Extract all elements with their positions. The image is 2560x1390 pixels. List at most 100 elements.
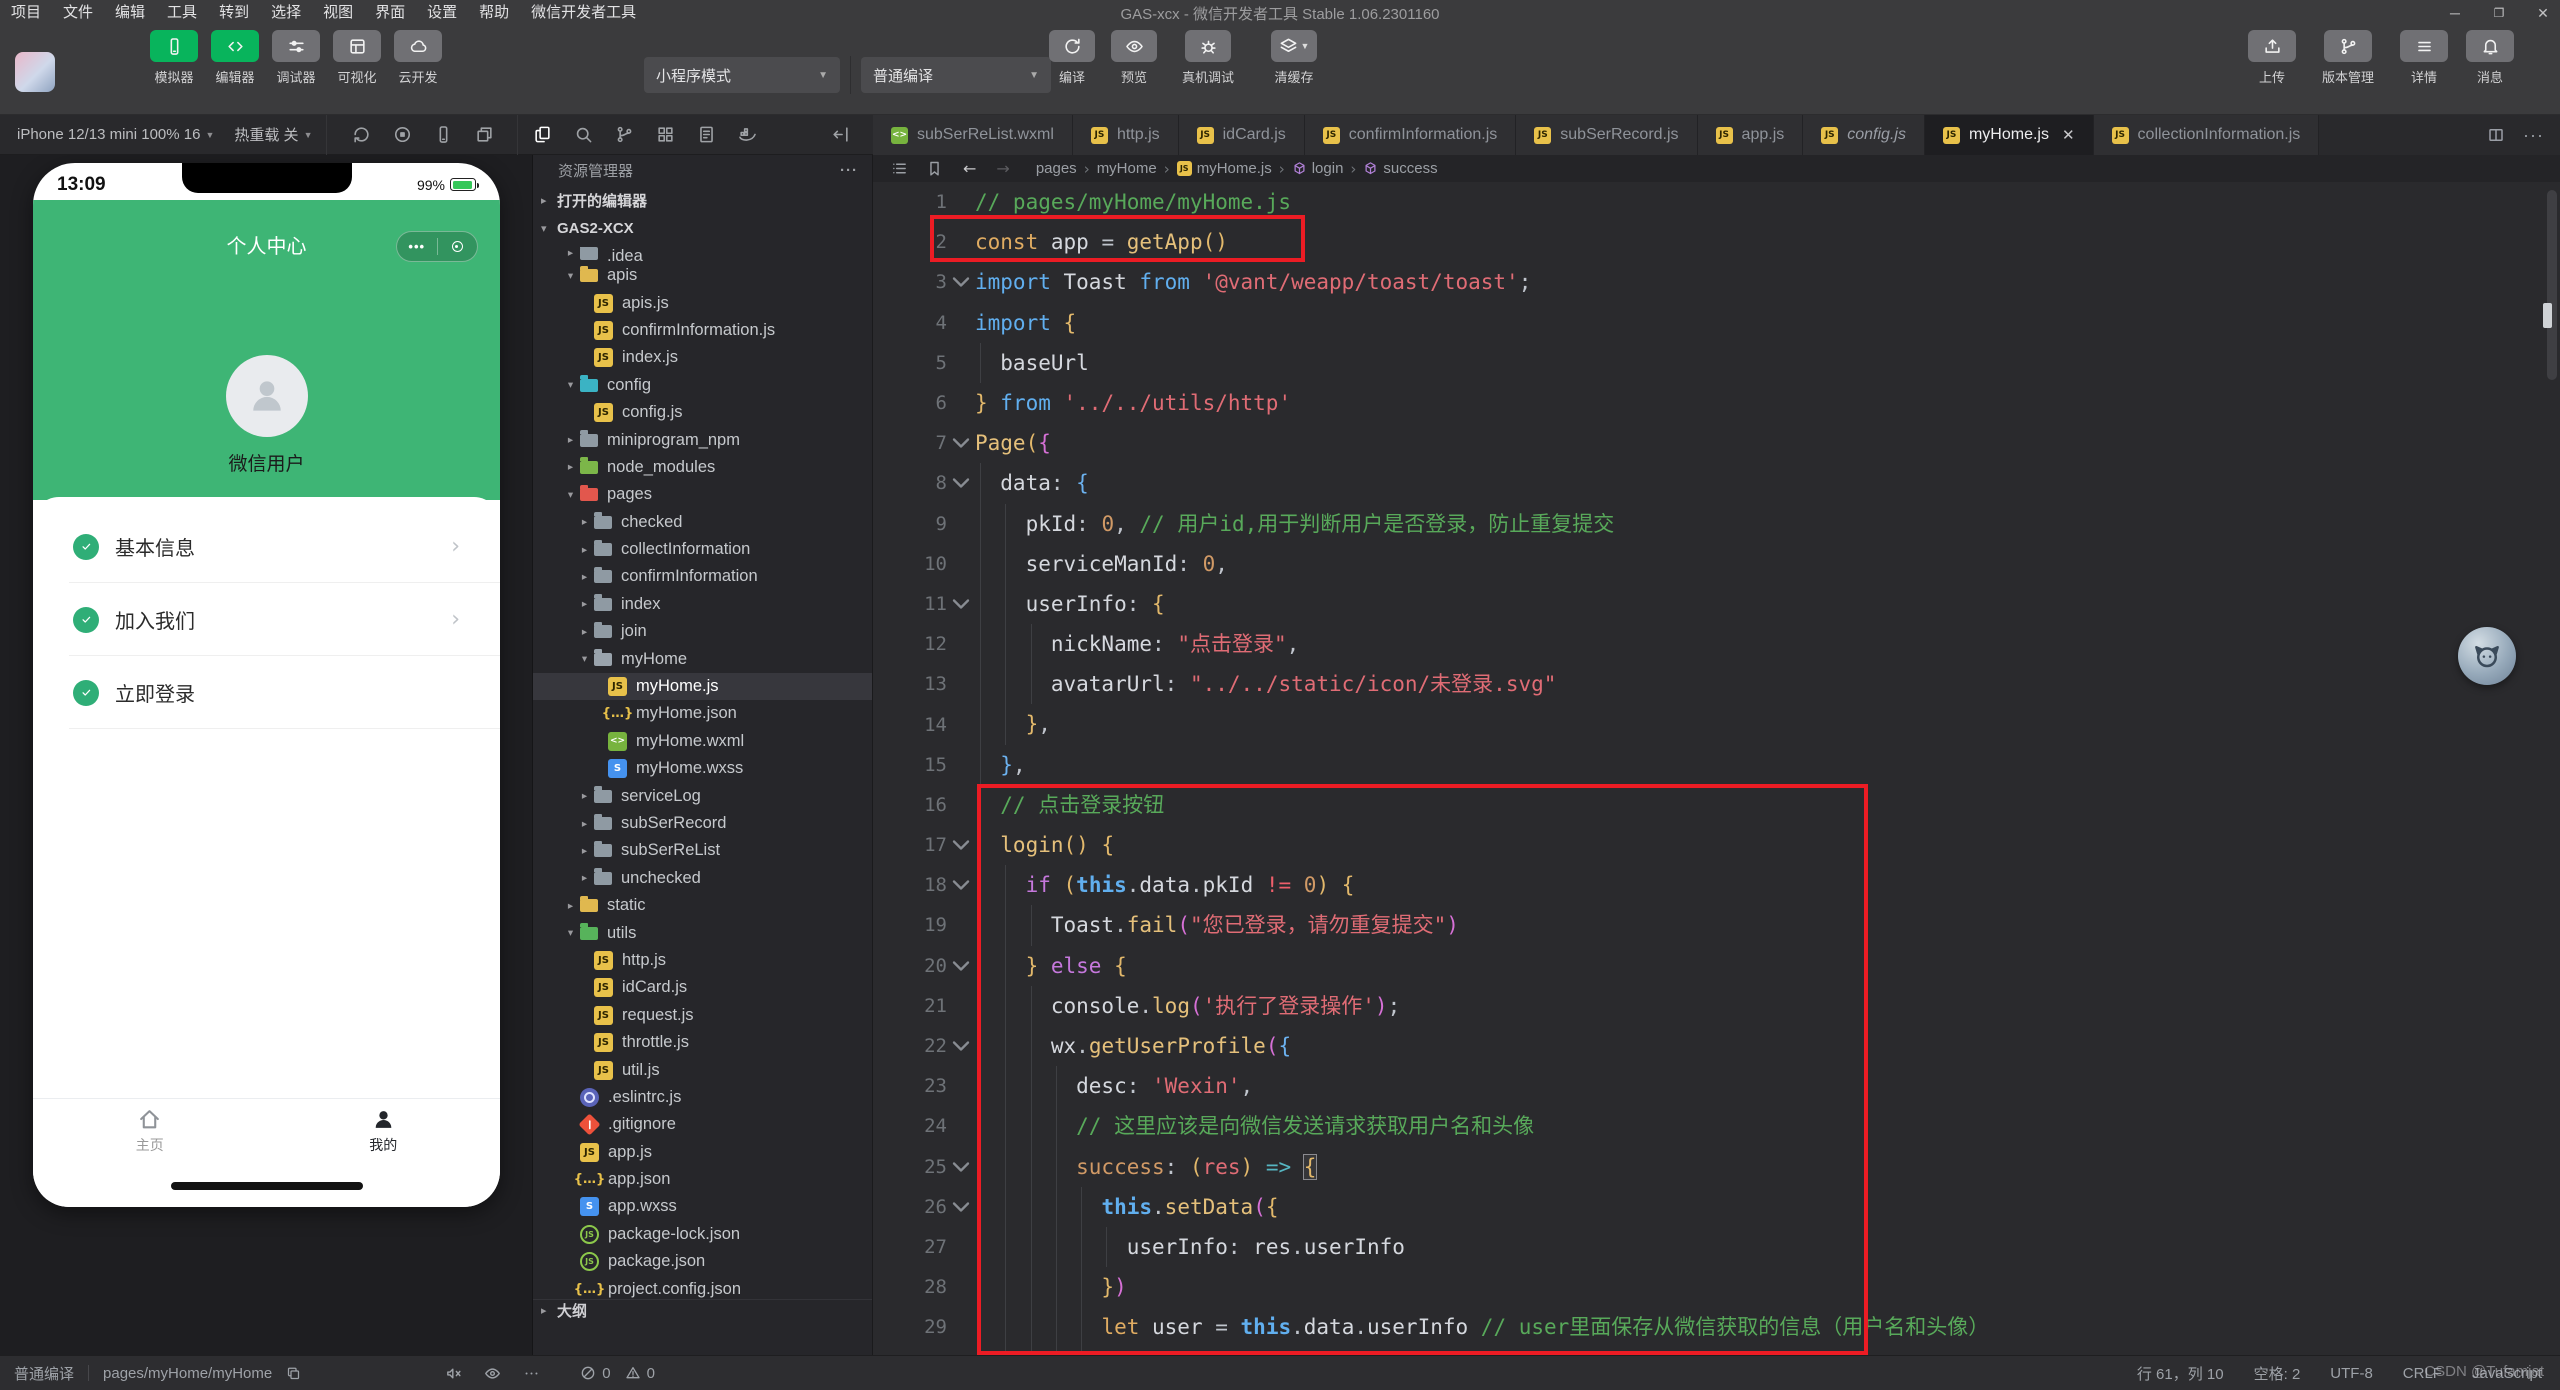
- collapse-sidebar-icon[interactable]: [831, 125, 850, 144]
- exit-icon[interactable]: [438, 241, 478, 252]
- hot-reload-toggle[interactable]: 热重载 关: [234, 124, 298, 145]
- tree-file-app.json[interactable]: {…}app.json: [533, 1166, 872, 1193]
- nav-forward-icon[interactable]: →: [996, 159, 1009, 178]
- breadcrumb-item-login[interactable]: login: [1292, 160, 1344, 177]
- breadcrumb-item-myHome[interactable]: myHome: [1097, 160, 1157, 177]
- menubar-item[interactable]: 界面: [364, 0, 416, 26]
- menubar-item[interactable]: 帮助: [468, 0, 520, 26]
- tree-file-myHome.wxml[interactable]: <>myHome.wxml: [533, 728, 872, 755]
- tree-file-.eslintrc.js[interactable]: .eslintrc.js: [533, 1084, 872, 1111]
- fold-arrow-icon[interactable]: [947, 952, 975, 980]
- phone-tab-item[interactable]: 主页: [33, 1099, 267, 1162]
- page-icon[interactable]: [697, 125, 716, 144]
- tree-folder-static[interactable]: ▸static: [533, 892, 872, 919]
- menubar-item[interactable]: 设置: [416, 0, 468, 26]
- record-icon[interactable]: [393, 125, 412, 144]
- tree-folder-node_modules[interactable]: ▸node_modules: [533, 454, 872, 481]
- action-button-bug[interactable]: 真机调试: [1170, 30, 1246, 86]
- menubar-item[interactable]: 选择: [260, 0, 312, 26]
- tree-file-app.js[interactable]: JSapp.js: [533, 1139, 872, 1166]
- encoding[interactable]: UTF-8: [2330, 1365, 2373, 1382]
- phone-icon[interactable]: [434, 125, 453, 144]
- tree-folder-utils[interactable]: ▾utils: [533, 919, 872, 946]
- compile-mode-status[interactable]: 普通编译: [14, 1363, 74, 1384]
- scrollbar[interactable]: [2547, 190, 2557, 380]
- split-editor-icon[interactable]: [2487, 126, 2505, 144]
- more-actions-icon[interactable]: ···: [840, 162, 858, 179]
- more-icon[interactable]: ···: [2523, 125, 2544, 146]
- grid-icon[interactable]: [656, 125, 675, 144]
- floating-debug-ball[interactable]: [2458, 627, 2516, 685]
- tree-file-throttle.js[interactable]: JSthrottle.js: [533, 1029, 872, 1056]
- copy-icon[interactable]: [286, 1366, 301, 1381]
- toolbar-right-menu[interactable]: 详情: [2398, 30, 2450, 86]
- menubar-item[interactable]: 编辑: [104, 0, 156, 26]
- breadcrumb-item-pages[interactable]: pages: [1036, 160, 1077, 177]
- tree-file-app.wxss[interactable]: Sapp.wxss: [533, 1193, 872, 1220]
- action-button-refresh[interactable]: 编译: [1046, 30, 1098, 86]
- rotate-icon[interactable]: [352, 125, 371, 144]
- toolbar-right-branch[interactable]: 版本管理: [2312, 30, 2384, 86]
- tree-folder-confirmInformation[interactable]: ▸confirmInformation: [533, 563, 872, 590]
- device-select[interactable]: iPhone 12/13 mini 100% 16: [17, 126, 200, 143]
- menubar-item[interactable]: 工具: [156, 0, 208, 26]
- phone-tab-active[interactable]: 我的: [267, 1099, 501, 1162]
- profile-menu-item[interactable]: 基本信息›: [33, 510, 500, 583]
- dots-icon[interactable]: [523, 1365, 540, 1382]
- editor-tab-confirmInformation.js[interactable]: JSconfirmInformation.js: [1305, 115, 1517, 155]
- explorer-section-project[interactable]: ▾GAS2-XCX: [533, 214, 872, 242]
- minimize-icon[interactable]: ─: [2446, 5, 2464, 21]
- menubar-item[interactable]: 视图: [312, 0, 364, 26]
- toolbar-button-phone[interactable]: 模拟器: [148, 30, 200, 86]
- tree-folder-myHome[interactable]: ▾myHome: [533, 645, 872, 672]
- toolbar-right-bell[interactable]: 消息: [2464, 30, 2516, 86]
- mode-select[interactable]: 小程序模式 ▼: [644, 57, 840, 93]
- tree-folder-unchecked[interactable]: ▸unchecked: [533, 865, 872, 892]
- tree-file-request.js[interactable]: JSrequest.js: [533, 1002, 872, 1029]
- tree-folder-config[interactable]: ▾config: [533, 372, 872, 399]
- tree-folder-collectInformation[interactable]: ▸collectInformation: [533, 536, 872, 563]
- tree-file-util.js[interactable]: JSutil.js: [533, 1056, 872, 1083]
- mute-icon[interactable]: [445, 1365, 462, 1382]
- branch-icon[interactable]: [615, 125, 634, 144]
- editor-tab-http.js[interactable]: JShttp.js: [1073, 115, 1179, 155]
- tree-file-myHome.json[interactable]: {…}myHome.json: [533, 700, 872, 727]
- explorer-section-open-editors[interactable]: ▸打开的编辑器: [533, 186, 872, 214]
- tree-file-apis.js[interactable]: JSapis.js: [533, 289, 872, 316]
- toolbar-button-cloud[interactable]: 云开发: [392, 30, 444, 86]
- fold-arrow-icon[interactable]: [947, 268, 975, 296]
- nav-back-icon[interactable]: ←: [963, 159, 976, 178]
- action-button-eye[interactable]: 预览: [1108, 30, 1160, 86]
- menubar-item[interactable]: 文件: [52, 0, 104, 26]
- maximize-icon[interactable]: ❐: [2490, 6, 2508, 20]
- toolbar-button-sliders[interactable]: 调试器: [270, 30, 322, 86]
- search-icon[interactable]: [574, 125, 593, 144]
- tree-folder-checked[interactable]: ▸checked: [533, 509, 872, 536]
- tree-file-project.config.json[interactable]: {…}project.config.json: [533, 1275, 872, 1299]
- tree-folder-miniprogram_npm[interactable]: ▸miniprogram_npm: [533, 426, 872, 453]
- tree-file-idCard.js[interactable]: JSidCard.js: [533, 974, 872, 1001]
- fold-arrow-icon[interactable]: [947, 590, 975, 618]
- fold-arrow-icon[interactable]: [947, 1153, 975, 1181]
- menubar-item[interactable]: 转到: [208, 0, 260, 26]
- code-editor[interactable]: 1// pages/myHome/myHome.js2const app = g…: [873, 182, 2560, 1355]
- fold-arrow-icon[interactable]: [947, 429, 975, 457]
- close-icon[interactable]: ✕: [2062, 126, 2075, 144]
- tree-folder-subSerRecord[interactable]: ▸subSerRecord: [533, 810, 872, 837]
- problems-indicator[interactable]: 0 0: [580, 1365, 655, 1382]
- fold-arrow-icon[interactable]: [947, 831, 975, 859]
- tree-file-myHome.wxss[interactable]: SmyHome.wxss: [533, 755, 872, 782]
- action-button-layers[interactable]: ▼清缓存: [1256, 30, 1332, 86]
- compile-mode-select[interactable]: 普通编译 ▼: [861, 57, 1051, 93]
- toolbar-button-layout[interactable]: 可视化: [331, 30, 383, 86]
- current-page-path[interactable]: pages/myHome/myHome: [103, 1365, 272, 1382]
- tree-folder-index[interactable]: ▸index: [533, 591, 872, 618]
- outline-list-icon[interactable]: [891, 160, 908, 177]
- tree-folder-pages[interactable]: ▾pages: [533, 481, 872, 508]
- user-avatar[interactable]: [15, 52, 55, 92]
- editor-tab-collectionInformation.js[interactable]: JScollectionInformation.js: [2094, 115, 2320, 155]
- tree-folder-join[interactable]: ▸join: [533, 618, 872, 645]
- outline-section[interactable]: ▸大纲: [533, 1299, 872, 1320]
- tree-file-http.js[interactable]: JShttp.js: [533, 947, 872, 974]
- fold-arrow-icon[interactable]: [947, 1193, 975, 1221]
